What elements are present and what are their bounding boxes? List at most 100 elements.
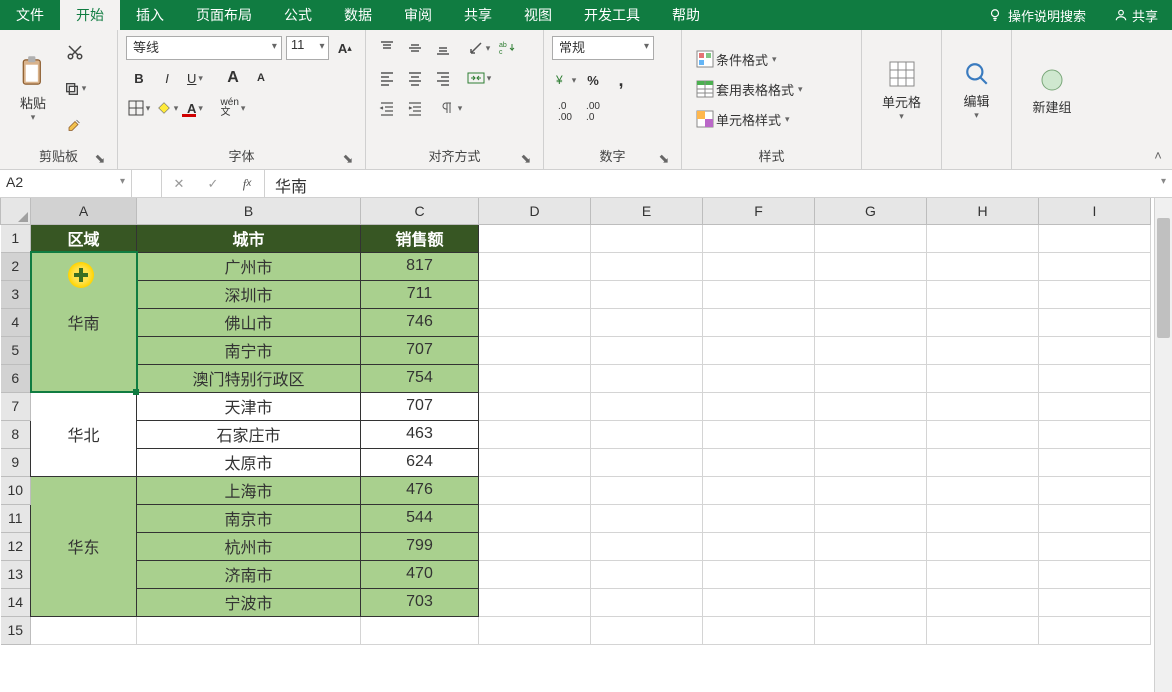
row-header-4[interactable]: 4 <box>1 308 31 336</box>
cell-G2[interactable] <box>815 252 927 280</box>
align-left-button[interactable] <box>374 66 400 90</box>
phonetic-button[interactable]: wén文 <box>220 96 246 120</box>
row-header-14[interactable]: 14 <box>1 588 31 616</box>
vertical-scrollbar[interactable] <box>1154 198 1172 692</box>
cell-D8[interactable] <box>479 420 591 448</box>
cell-G13[interactable] <box>815 560 927 588</box>
cell-C11[interactable]: 544 <box>361 504 479 532</box>
row-header-12[interactable]: 12 <box>1 532 31 560</box>
col-header-E[interactable]: E <box>591 198 703 224</box>
cell-A2[interactable]: 华南 <box>31 252 137 392</box>
cell-G4[interactable] <box>815 308 927 336</box>
cell-G10[interactable] <box>815 476 927 504</box>
cell-G15[interactable] <box>815 616 927 644</box>
tab-formulas[interactable]: 公式 <box>268 0 328 30</box>
cancel-entry-button[interactable]: ✕ <box>162 170 196 197</box>
cell-F12[interactable] <box>703 532 815 560</box>
editing-button[interactable]: 编辑 ▾ <box>950 34 1003 148</box>
cell-C14[interactable]: 703 <box>361 588 479 616</box>
cell-A10[interactable]: 华东 <box>31 476 137 616</box>
cell-H2[interactable] <box>927 252 1039 280</box>
cell-E12[interactable] <box>591 532 703 560</box>
cell-E8[interactable] <box>591 420 703 448</box>
cell-E7[interactable] <box>591 392 703 420</box>
cell-C10[interactable]: 476 <box>361 476 479 504</box>
cell-F3[interactable] <box>703 280 815 308</box>
cell-G5[interactable] <box>815 336 927 364</box>
cell-G8[interactable] <box>815 420 927 448</box>
share-button[interactable]: 共享 <box>1100 6 1172 25</box>
cell-F7[interactable] <box>703 392 815 420</box>
cell-F15[interactable] <box>703 616 815 644</box>
cell-E10[interactable] <box>591 476 703 504</box>
cell-H8[interactable] <box>927 420 1039 448</box>
grow-font-2-button[interactable]: A <box>220 66 246 90</box>
cell-C5[interactable]: 707 <box>361 336 479 364</box>
tab-home[interactable]: 开始 <box>60 0 120 30</box>
cell-F14[interactable] <box>703 588 815 616</box>
borders-button[interactable] <box>126 96 152 120</box>
cell-H7[interactable] <box>927 392 1039 420</box>
comma-button[interactable]: , <box>608 68 634 92</box>
row-header-7[interactable]: 7 <box>1 392 31 420</box>
row-header-8[interactable]: 8 <box>1 420 31 448</box>
insert-function-button[interactable]: fx <box>230 170 264 197</box>
tab-page-layout[interactable]: 页面布局 <box>180 0 268 30</box>
cell-B6[interactable]: 澳门特别行政区 <box>137 364 361 392</box>
cell-I12[interactable] <box>1039 532 1151 560</box>
cell-styles-button[interactable]: 单元格样式▾ <box>690 104 853 134</box>
copy-button[interactable] <box>62 77 88 101</box>
col-header-B[interactable]: B <box>137 198 361 224</box>
italic-button[interactable]: I <box>154 66 180 90</box>
cell-D13[interactable] <box>479 560 591 588</box>
format-painter-button[interactable] <box>62 114 88 138</box>
col-header-C[interactable]: C <box>361 198 479 224</box>
cell-G11[interactable] <box>815 504 927 532</box>
paste-button[interactable]: 粘贴 ▾ <box>8 34 58 144</box>
cell-I1[interactable] <box>1039 224 1151 252</box>
cell-B5[interactable]: 南宁市 <box>137 336 361 364</box>
cell-D11[interactable] <box>479 504 591 532</box>
cell-C6[interactable]: 754 <box>361 364 479 392</box>
col-header-I[interactable]: I <box>1039 198 1151 224</box>
row-header-11[interactable]: 11 <box>1 504 31 532</box>
tab-data[interactable]: 数据 <box>328 0 388 30</box>
cell-I2[interactable] <box>1039 252 1151 280</box>
cell-B4[interactable]: 佛山市 <box>137 308 361 336</box>
cells-button[interactable]: 单元格 ▾ <box>872 34 932 148</box>
cell-I3[interactable] <box>1039 280 1151 308</box>
cell-H1[interactable] <box>927 224 1039 252</box>
cell-B10[interactable]: 上海市 <box>137 476 361 504</box>
cell-H10[interactable] <box>927 476 1039 504</box>
cell-H4[interactable] <box>927 308 1039 336</box>
align-bottom-button[interactable] <box>430 36 456 60</box>
cell-E2[interactable] <box>591 252 703 280</box>
cell-B13[interactable]: 济南市 <box>137 560 361 588</box>
cell-C8[interactable]: 463 <box>361 420 479 448</box>
cell-I9[interactable] <box>1039 448 1151 476</box>
cell-D12[interactable] <box>479 532 591 560</box>
cell-E5[interactable] <box>591 336 703 364</box>
cell-H3[interactable] <box>927 280 1039 308</box>
tab-developer[interactable]: 开发工具 <box>568 0 656 30</box>
cell-G7[interactable] <box>815 392 927 420</box>
cell-D9[interactable] <box>479 448 591 476</box>
cell-H5[interactable] <box>927 336 1039 364</box>
cell-E1[interactable] <box>591 224 703 252</box>
grow-font-button[interactable]: A▴ <box>333 36 357 60</box>
grid[interactable]: ABCDEFGHI1区域城市销售额2华南广州市8173深圳市7114佛山市746… <box>0 198 1151 645</box>
cell-D3[interactable] <box>479 280 591 308</box>
cell-D14[interactable] <box>479 588 591 616</box>
increase-decimal-button[interactable]: .0.00 <box>552 100 578 124</box>
row-header-9[interactable]: 9 <box>1 448 31 476</box>
cell-E14[interactable] <box>591 588 703 616</box>
cell-B14[interactable]: 宁波市 <box>137 588 361 616</box>
row-header-5[interactable]: 5 <box>1 336 31 364</box>
cell-H9[interactable] <box>927 448 1039 476</box>
cell-B12[interactable]: 杭州市 <box>137 532 361 560</box>
cell-G14[interactable] <box>815 588 927 616</box>
cell-F8[interactable] <box>703 420 815 448</box>
col-header-G[interactable]: G <box>815 198 927 224</box>
table-format-button[interactable]: 套用表格格式▾ <box>690 74 853 104</box>
cell-G3[interactable] <box>815 280 927 308</box>
